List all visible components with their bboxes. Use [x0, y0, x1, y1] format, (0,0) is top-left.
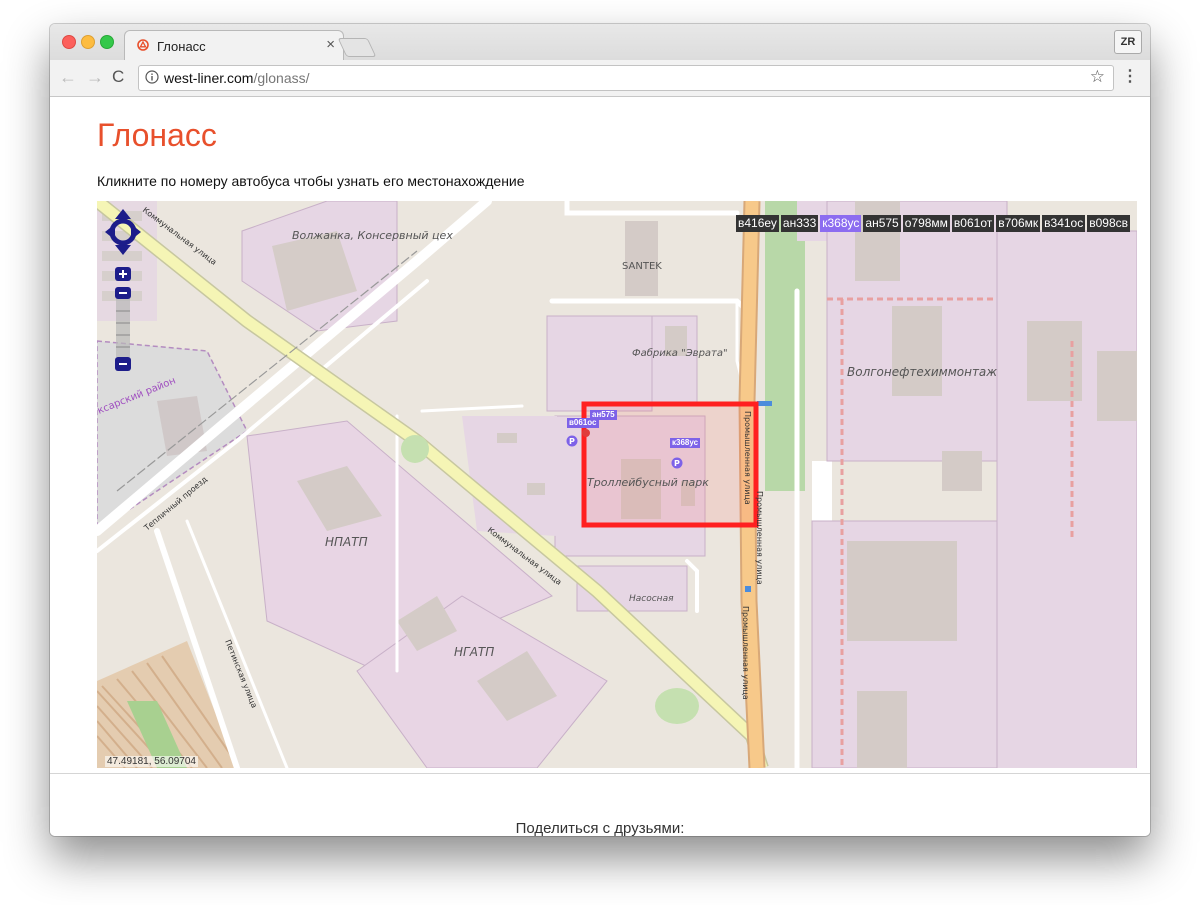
bus-marker-k368us[interactable]: к368ус: [670, 438, 701, 448]
url-host: west-liner.com: [164, 70, 254, 86]
label-volgoneft: Волгонефтехиммонтаж: [847, 365, 997, 379]
label-santek: SANTEK: [622, 261, 662, 272]
browser-menu-icon[interactable]: ⋮: [1122, 66, 1138, 86]
label-nasosnaya: Насосная: [629, 594, 674, 604]
zoom-slider[interactable]: [116, 299, 130, 357]
label-npatp: НПАТП: [325, 535, 368, 549]
tab-bar: Глонасс × ZR: [50, 24, 1150, 62]
browser-window: Глонасс × ZR ← → C west-liner.com/glonas…: [50, 24, 1150, 836]
divider: [50, 773, 1150, 774]
tab-title: Глонасс: [157, 39, 206, 54]
label-promyshlennaya-3: Промышленная улица: [741, 606, 750, 700]
minimize-window-button[interactable]: [81, 35, 95, 49]
url-path: /glonass/: [253, 70, 310, 86]
bus-list: в416еу ан333 к368ус ан575 о798мм в061от …: [735, 215, 1130, 232]
bus-marker-v061os[interactable]: в061ос: [567, 418, 599, 428]
label-ngatp: НГАТП: [454, 645, 494, 659]
label-fabrika: Фабрика "Эврата": [632, 347, 728, 359]
bus-button-selected[interactable]: к368ус: [820, 215, 862, 232]
instruction-text: Кликните по номеру автобуса чтобы узнать…: [97, 173, 525, 189]
map-zoom-control: [105, 209, 141, 379]
url-text: west-liner.com/glonass/: [164, 70, 310, 86]
pan-down-icon[interactable]: [115, 245, 131, 255]
profile-button[interactable]: ZR: [1114, 30, 1142, 54]
parking-icon: P: [674, 459, 680, 468]
info-icon[interactable]: [145, 70, 159, 84]
close-window-button[interactable]: [62, 35, 76, 49]
page-title: Глонасс: [97, 117, 217, 153]
browser-toolbar: ← → C west-liner.com/glonass/ ☆ ⋮: [50, 60, 1150, 97]
bus-button[interactable]: в706мк: [996, 215, 1041, 232]
bus-button[interactable]: в416еу: [735, 215, 779, 232]
forward-button[interactable]: →: [86, 67, 104, 88]
back-button[interactable]: ←: [59, 67, 77, 88]
label-volzhanka: Волжанка, Консервный цех: [292, 229, 453, 242]
map[interactable]: Волжанка, Консервный цех SANTEK Фабрика …: [97, 201, 1137, 768]
bus-button[interactable]: о798мм: [902, 215, 950, 232]
address-bar[interactable]: west-liner.com/glonass/ ☆: [138, 65, 1114, 91]
reload-button[interactable]: C: [112, 67, 124, 87]
map-tiles[interactable]: Волжанка, Консервный цех SANTEK Фабрика …: [97, 201, 1137, 768]
map-coordinates: 47.49181, 56.09704: [105, 756, 198, 767]
bus-button[interactable]: ан575: [863, 215, 901, 232]
bookmark-star-icon[interactable]: ☆: [1090, 67, 1105, 87]
tab-close-icon[interactable]: ×: [326, 36, 335, 53]
share-heading: Поделиться с друзьями:: [515, 820, 685, 836]
parking-icon: P: [569, 437, 575, 446]
bus-button[interactable]: в341ос: [1042, 215, 1086, 232]
page-content: Глонасс Кликните по номеру автобуса чтоб…: [50, 97, 1150, 836]
bus-button[interactable]: в098св: [1087, 215, 1130, 232]
label-promyshlennaya-1: Промышленная улица: [743, 411, 752, 505]
label-promyshlennaya-2: Промышленная улица: [755, 491, 764, 585]
label-trolley-park: Троллейбусный парк: [587, 476, 709, 489]
site-favicon-icon: [137, 39, 149, 51]
bus-button[interactable]: ан333: [780, 215, 819, 232]
bus-button[interactable]: в061от: [951, 215, 995, 232]
pan-zoom-icon: [105, 209, 141, 371]
tab-glonass[interactable]: Глонасс ×: [124, 30, 344, 62]
pan-up-icon[interactable]: [115, 209, 131, 219]
maximize-window-button[interactable]: [100, 35, 114, 49]
